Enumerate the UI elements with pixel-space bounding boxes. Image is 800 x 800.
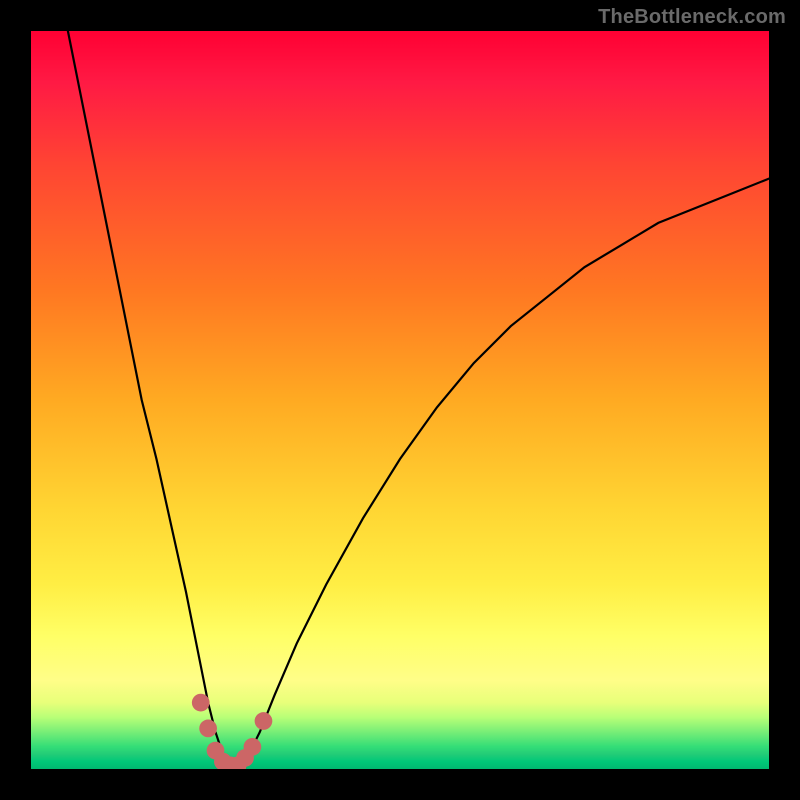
- trough-marker: [255, 712, 273, 730]
- trough-marker: [244, 738, 262, 756]
- plot-area: [31, 31, 769, 769]
- bottleneck-chart: TheBottleneck.com: [0, 0, 800, 800]
- trough-marker: [199, 720, 217, 738]
- watermark-text: TheBottleneck.com: [598, 6, 786, 29]
- trough-marker: [192, 694, 210, 712]
- bottleneck-curve-path: [68, 31, 769, 769]
- curve-layer: [31, 31, 769, 769]
